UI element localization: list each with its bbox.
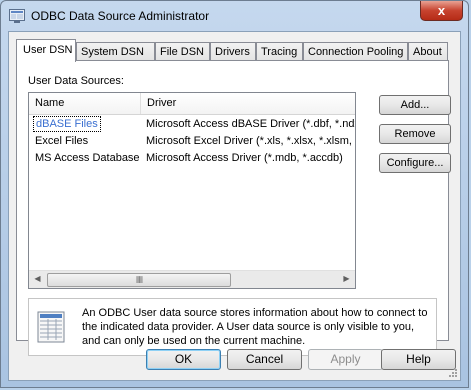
column-header-name[interactable]: Name [29, 93, 141, 114]
row-name: Excel Files [35, 135, 89, 147]
row-name: MS Access Database [35, 152, 140, 164]
tab-file-dsn[interactable]: File DSN [155, 42, 210, 61]
scroll-left-arrow-icon[interactable]: ◀ [29, 271, 46, 288]
ok-button[interactable]: OK [146, 349, 221, 370]
row-driver: Microsoft Excel Driver (*.xls, *.xlsx, *… [146, 135, 355, 147]
tab-user-dsn[interactable]: User DSN [16, 39, 76, 62]
scroll-thumb[interactable]: ⦀⦀ [47, 273, 231, 287]
user-dsn-panel: User Data Sources: Name Driver dBASE Fil… [16, 60, 451, 356]
window-title: ODBC Data Source Administrator [31, 9, 210, 23]
tab-tracing[interactable]: Tracing [256, 42, 303, 61]
configure-button[interactable]: Configure... [379, 153, 451, 173]
resize-grip-icon[interactable] [448, 368, 458, 378]
row-driver: Microsoft Access Driver (*.mdb, *.accdb) [146, 152, 343, 164]
tab-system-dsn[interactable]: System DSN [76, 42, 155, 61]
scroll-grip-icon: ⦀⦀ [136, 275, 143, 285]
dialog-client-area: User DSN System DSN File DSN Drivers Tra… [8, 31, 461, 381]
scroll-right-arrow-icon[interactable]: ▶ [338, 271, 355, 288]
help-button[interactable]: Help [381, 349, 456, 370]
list-header: Name Driver [29, 93, 355, 115]
tab-drivers[interactable]: Drivers [210, 42, 256, 61]
dialog-window: ODBC Data Source Administrator x User DS… [0, 0, 469, 388]
row-name: dBASE Files [33, 116, 101, 132]
apply-button: Apply [308, 349, 383, 370]
data-source-icon [37, 311, 65, 343]
tab-connection-pooling[interactable]: Connection Pooling [303, 42, 408, 61]
list-row[interactable]: MS Access Database Microsoft Access Driv… [29, 150, 355, 166]
list-row[interactable]: dBASE Files Microsoft Access dBASE Drive… [29, 116, 355, 132]
title-bar[interactable]: ODBC Data Source Administrator x [1, 1, 468, 31]
list-row[interactable]: Excel Files Microsoft Excel Driver (*.xl… [29, 133, 355, 149]
horizontal-scrollbar[interactable]: ◀ ⦀⦀ ▶ [29, 270, 355, 288]
odbc-app-icon [9, 9, 25, 23]
info-box: An ODBC User data source stores informat… [28, 298, 437, 356]
cancel-button[interactable]: Cancel [227, 349, 302, 370]
info-description: An ODBC User data source stores informat… [82, 307, 428, 347]
tab-about[interactable]: About [408, 42, 448, 61]
user-data-sources-label: User Data Sources: [28, 75, 124, 87]
close-button[interactable]: x [420, 1, 463, 21]
column-header-driver[interactable]: Driver [141, 93, 355, 114]
data-sources-list[interactable]: Name Driver dBASE Files Microsoft Access… [28, 92, 356, 289]
row-driver: Microsoft Access dBASE Driver (*.dbf, *.… [146, 118, 355, 130]
add-button[interactable]: Add... [379, 95, 451, 115]
remove-button[interactable]: Remove [379, 124, 451, 144]
